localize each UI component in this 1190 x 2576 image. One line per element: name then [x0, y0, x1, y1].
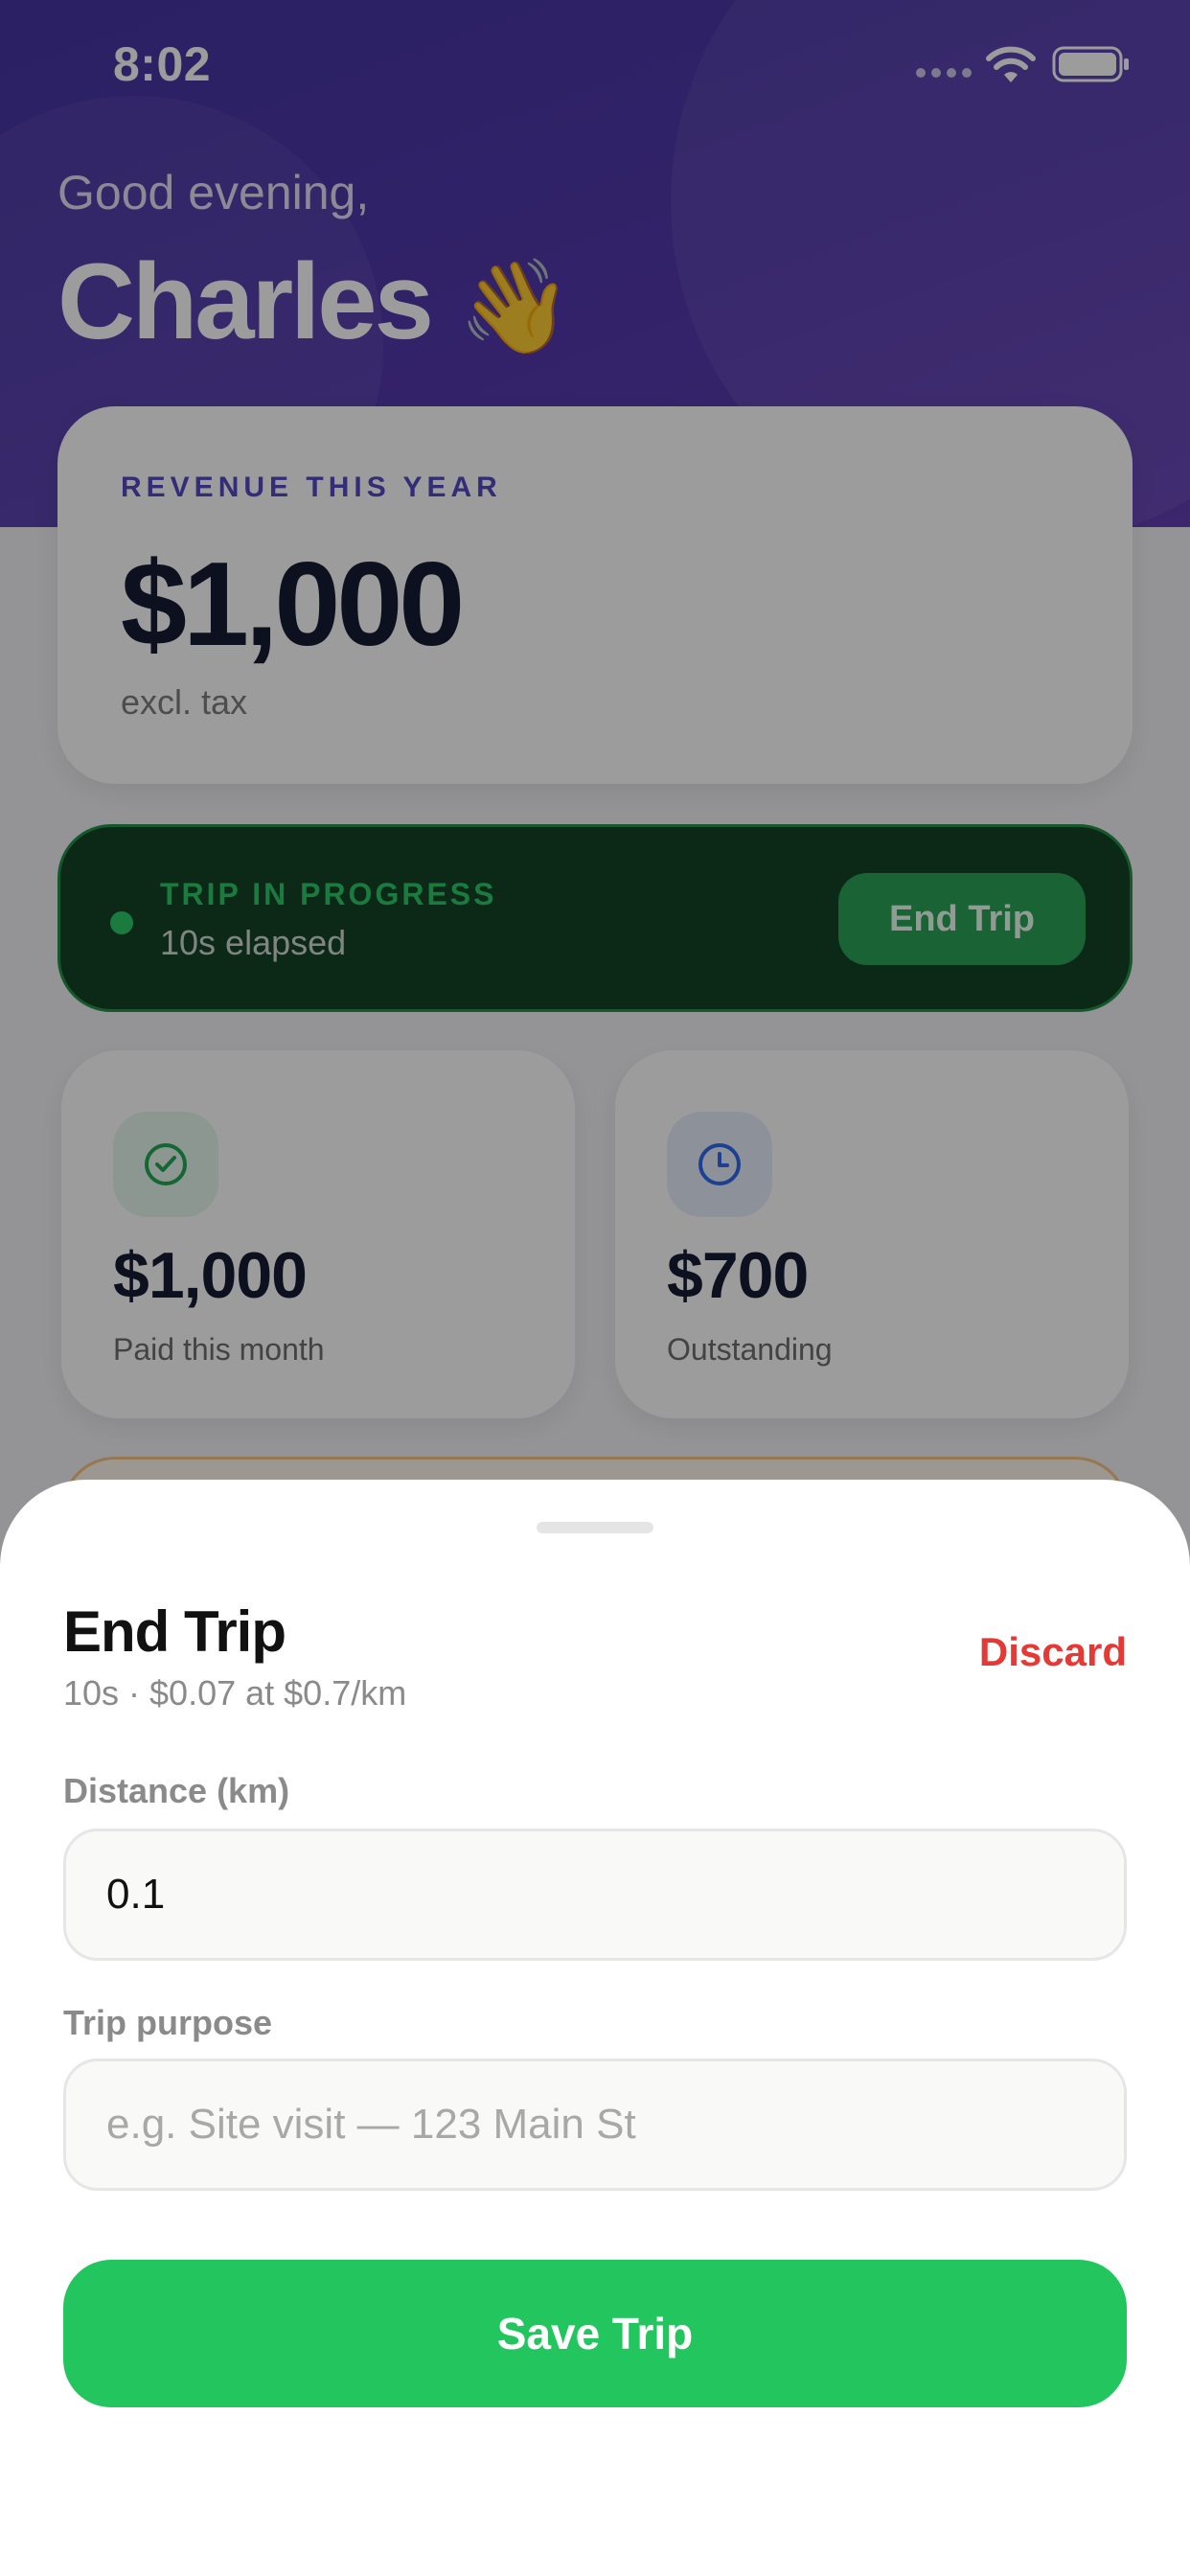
- distance-input[interactable]: [63, 1828, 1127, 1961]
- purpose-label: Trip purpose: [63, 2003, 273, 2042]
- discard-button[interactable]: Discard: [979, 1629, 1127, 1675]
- sheet-grabber[interactable]: [537, 1522, 653, 1533]
- sheet-title: End Trip: [63, 1599, 286, 1664]
- purpose-input[interactable]: [63, 2058, 1127, 2191]
- save-trip-button[interactable]: Save Trip: [63, 2260, 1127, 2407]
- sheet-subtitle: 10s · $0.07 at $0.7/km: [63, 1673, 407, 1713]
- distance-label: Distance (km): [63, 1771, 290, 1810]
- end-trip-sheet: End Trip 10s · $0.07 at $0.7/km Discard …: [0, 1480, 1190, 2576]
